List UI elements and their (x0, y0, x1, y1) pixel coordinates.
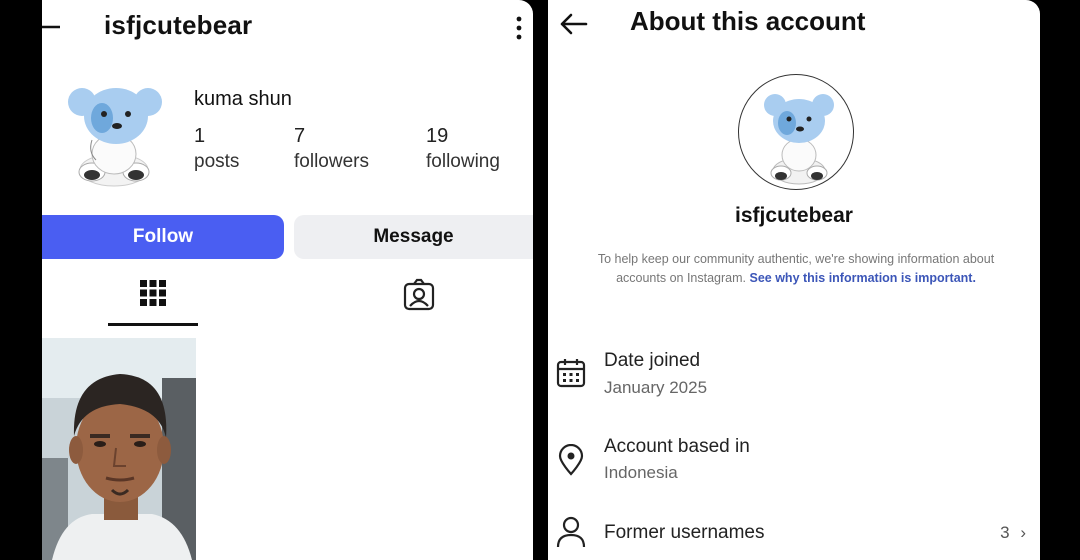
active-tab-indicator (108, 323, 198, 326)
stat-followers[interactable]: 7 followers (294, 124, 369, 176)
grid-icon (140, 280, 166, 306)
profile-avatar[interactable] (62, 72, 166, 192)
calendar-icon (556, 359, 586, 388)
account-username: isfjcutebear (735, 204, 853, 227)
date-joined-label: Date joined (604, 350, 701, 371)
profile-header: isfjcutebear (42, 0, 533, 56)
stat-value: 7 (294, 125, 306, 147)
info-paragraph: To help keep our community authentic, we… (596, 250, 996, 288)
account-based-in-value: Indonesia (604, 463, 678, 482)
follow-button[interactable]: Follow (42, 215, 284, 259)
person-icon (556, 516, 586, 548)
location-pin-icon (558, 444, 584, 476)
stat-value: 1 (194, 125, 206, 147)
about-account-screen: About this account isfjcutebear To help … (548, 0, 1040, 560)
tagged-icon[interactable] (402, 278, 436, 312)
stat-value: 19 (426, 125, 449, 147)
back-arrow-icon[interactable] (42, 16, 62, 38)
page-title: About this account (630, 6, 866, 36)
message-button[interactable]: Message (294, 215, 533, 259)
info-link[interactable]: See why this information is important. (750, 271, 976, 285)
bear-avatar-image (764, 94, 834, 185)
more-options-icon[interactable] (515, 14, 523, 42)
profile-username: isfjcutebear (104, 10, 253, 40)
stat-label: following (426, 151, 500, 172)
profile-screen: isfjcutebear kuma shun 1 posts 7 followe… (42, 0, 533, 560)
chevron-right-icon: › (1020, 523, 1026, 542)
former-usernames-count: 3 › (1000, 523, 1026, 543)
stat-posts[interactable]: 1 posts (194, 124, 239, 176)
display-name: kuma shun (194, 88, 292, 110)
former-usernames-row[interactable]: Former usernames 3 › (548, 516, 1040, 556)
post-thumbnail[interactable] (42, 338, 196, 560)
account-avatar (738, 74, 854, 190)
tab-posts-grid[interactable] (108, 270, 198, 326)
back-arrow-icon[interactable] (558, 12, 588, 36)
account-based-in-label: Account based in (604, 436, 750, 457)
former-usernames-label: Former usernames (604, 522, 765, 543)
date-joined-value: January 2025 (604, 378, 708, 397)
stat-label: followers (294, 151, 369, 172)
count-value: 3 (1000, 523, 1010, 542)
stat-following[interactable]: 19 following (426, 124, 500, 176)
stat-label: posts (194, 151, 240, 172)
